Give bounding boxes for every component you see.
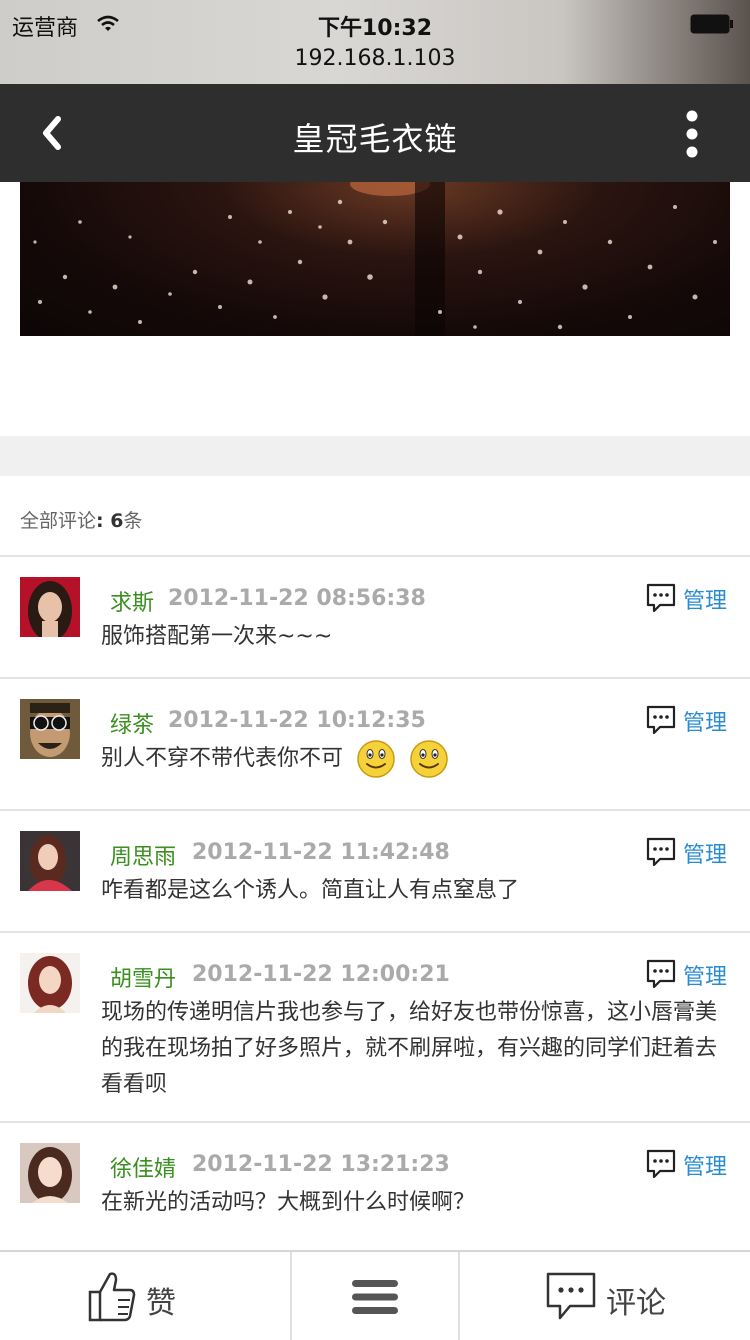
comment-bubble-icon	[546, 1272, 596, 1320]
page-title: 皇冠毛衣链	[292, 120, 458, 158]
comment-count-separator: :	[96, 510, 111, 532]
menu-icon	[352, 1280, 398, 1314]
page-url: 192.168.1.103	[294, 46, 456, 71]
smiley-icon	[410, 740, 448, 778]
avatar[interactable]	[20, 1143, 80, 1203]
nav-bar: 皇冠毛衣链	[0, 84, 750, 182]
comment-button[interactable]: 评论	[460, 1252, 750, 1340]
comment-item: 周思雨 2012-11-22 11:42:48 管理 咋看都是这么个诱人。简直让…	[0, 809, 750, 933]
comment-count-value: 6	[110, 510, 124, 532]
comment-text: 服饰搭配第一次来~~~	[101, 624, 333, 649]
comment-text: 别人不穿不带代表你不可	[101, 746, 344, 771]
bottom-toolbar: 赞 评论	[0, 1250, 750, 1340]
comment-time: 2012-11-22 11:42:48	[192, 840, 450, 865]
comment-item: 徐佳婧 2012-11-22 13:21:23 管理 在新光的活动吗？大概到什么…	[0, 1121, 750, 1245]
thumbs-up-icon	[88, 1272, 136, 1322]
section-divider	[0, 436, 750, 476]
clock: 下午10:32	[317, 16, 433, 41]
comment-bubble-icon	[646, 583, 676, 613]
status-bar: 运营商 下午10:32 192.168.1.103	[0, 0, 750, 84]
comment-count-unit: 条	[123, 510, 143, 532]
like-button[interactable]: 赞	[0, 1252, 290, 1340]
like-label: 赞	[146, 1286, 176, 1321]
comment-author[interactable]: 绿茶	[110, 707, 154, 739]
avatar[interactable]	[20, 577, 80, 637]
comment-time: 2012-11-22 12:00:21	[192, 962, 450, 987]
comment-text: 现场的传递明信片我也参与了，给好友也带份惊喜，这小唇膏美的我在现场拍了好多照片，…	[101, 1000, 718, 1097]
more-vertical-icon[interactable]	[672, 108, 712, 162]
comment-author[interactable]: 求斯	[110, 585, 154, 617]
smiley-icon	[357, 740, 395, 778]
comment-author[interactable]: 周思雨	[110, 839, 176, 871]
comment-item: 求斯 2012-11-22 08:56:38 管理 服饰搭配第一次来~~~	[0, 555, 750, 679]
battery-icon	[690, 14, 733, 34]
comment-time: 2012-11-22 13:21:23	[192, 1152, 450, 1177]
comment-time: 2012-11-22 08:56:38	[168, 586, 426, 611]
comment-text: 咋看都是这么个诱人。简直让人有点窒息了	[101, 878, 520, 903]
comment-text-row: 别人不穿不带代表你不可	[101, 739, 731, 779]
comment-item: 绿茶 2012-11-22 10:12:35 管理 别人不穿不带代表你不可	[0, 677, 750, 811]
comment-bubble-icon	[646, 705, 676, 735]
avatar[interactable]	[20, 953, 80, 1013]
comment-author[interactable]: 徐佳婧	[110, 1151, 176, 1183]
avatar[interactable]	[20, 699, 80, 759]
comment-bubble-icon	[646, 837, 676, 867]
comment-bubble-icon	[646, 1149, 676, 1179]
product-image	[20, 182, 730, 336]
comment-text: 在新光的活动吗？大概到什么时候啊？	[101, 1190, 476, 1215]
comment-time: 2012-11-22 10:12:35	[168, 708, 426, 733]
manage-label: 管理	[683, 589, 728, 614]
manage-label: 管理	[683, 1155, 728, 1180]
comment-count: 全部评论: 6条	[20, 506, 142, 533]
comment-label: 评论	[606, 1286, 666, 1321]
comment-bubble-icon	[646, 959, 676, 989]
manage-label: 管理	[683, 843, 728, 868]
comment-item: 胡雪丹 2012-11-22 12:00:21 管理 现场的传递明信片我也参与了…	[0, 931, 750, 1123]
manage-label: 管理	[683, 711, 728, 736]
manage-label: 管理	[683, 965, 728, 990]
comment-author[interactable]: 胡雪丹	[110, 961, 176, 993]
avatar[interactable]	[20, 831, 80, 891]
menu-button[interactable]	[292, 1252, 458, 1340]
comment-count-label: 全部评论	[20, 510, 97, 532]
